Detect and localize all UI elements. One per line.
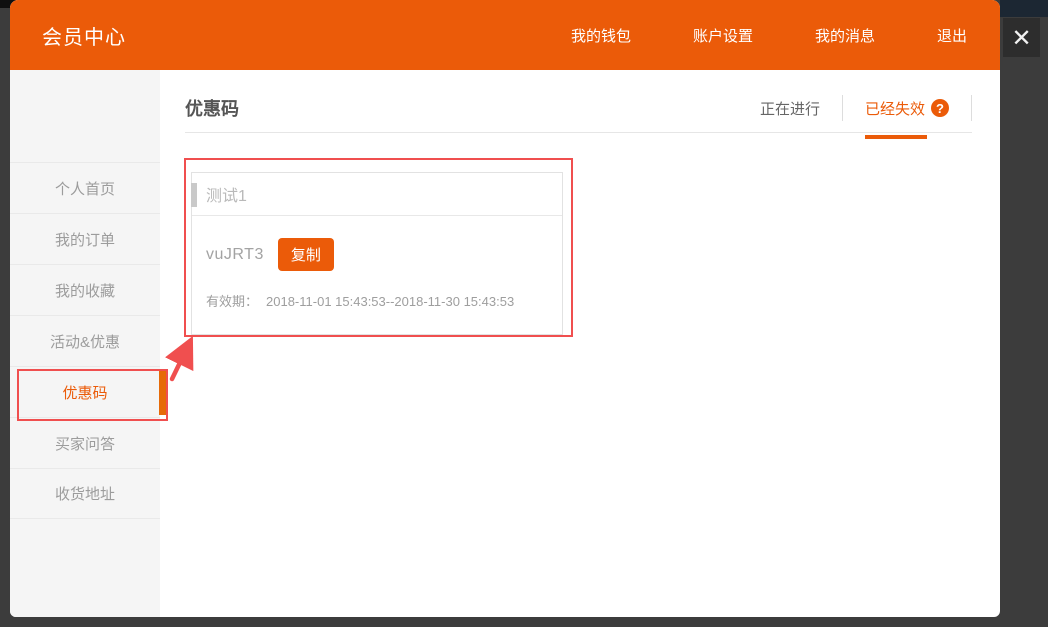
sidebar-item-activities[interactable]: 活动&优惠 — [10, 315, 160, 366]
modal-header: 会员中心 我的钱包 账户设置 我的消息 退出 — [10, 0, 1000, 70]
tab-expired[interactable]: 已经失效 ? — [865, 90, 949, 127]
page-title: 优惠码 — [185, 95, 239, 121]
active-tab-underline — [865, 135, 927, 139]
sidebar-item-personal-home[interactable]: 个人首页 — [10, 162, 160, 213]
sidebar-item-label: 优惠码 — [62, 382, 107, 403]
coupon-code-row: vuJRT3 复制 — [206, 238, 548, 271]
sidebar-item-shipping-address[interactable]: 收货地址 — [10, 468, 160, 519]
title-row: 优惠码 正在进行 已经失效 ? — [185, 70, 972, 133]
validity-label: 有效期： — [206, 294, 258, 309]
coupon-card: 测试1 vuJRT3 复制 有效期： 2018-11-01 15:43:53--2… — [191, 172, 563, 335]
sidebar-item-buyer-qa[interactable]: 买家问答 — [10, 417, 160, 468]
active-indicator-bar — [159, 370, 166, 415]
coupon-card-header: 测试1 — [192, 173, 562, 216]
nav-logout[interactable]: 退出 — [937, 25, 967, 46]
main-content: 优惠码 正在进行 已经失效 ? — [160, 70, 1000, 617]
modal-body: 个人首页 我的订单 我的收藏 活动&优惠 优惠码 买家问答 收货地址 优惠码 正… — [10, 70, 1000, 617]
browser-bar-strip — [1000, 0, 1048, 17]
sidebar-item-coupon-codes[interactable]: 优惠码 — [10, 366, 160, 417]
close-button[interactable]: ✕ — [1003, 18, 1040, 57]
coupon-name: 测试1 — [206, 182, 247, 206]
tabs: 正在进行 已经失效 ? — [760, 90, 972, 127]
close-icon: ✕ — [1011, 26, 1031, 50]
nav-my-messages[interactable]: 我的消息 — [815, 25, 875, 46]
sidebar-item-my-orders[interactable]: 我的订单 — [10, 213, 160, 264]
sidebar-item-my-favorites[interactable]: 我的收藏 — [10, 264, 160, 315]
copy-button[interactable]: 复制 — [278, 238, 334, 271]
header-nav: 我的钱包 账户设置 我的消息 退出 — [571, 25, 967, 46]
coupon-code: vuJRT3 — [206, 246, 264, 264]
tab-divider — [971, 95, 972, 121]
app-title: 会员中心 — [42, 21, 126, 50]
coupon-validity: 有效期： 2018-11-01 15:43:53--2018-11-30 15:4… — [206, 291, 548, 310]
validity-value: 2018-11-01 15:43:53--2018-11-30 15:43:53 — [266, 294, 514, 309]
tab-divider — [842, 95, 843, 121]
help-icon[interactable]: ? — [931, 99, 949, 117]
tab-in-progress[interactable]: 正在进行 — [760, 90, 820, 127]
tab-expired-label: 已经失效 — [865, 98, 925, 119]
coupon-card-body: vuJRT3 复制 有效期： 2018-11-01 15:43:53--2018-… — [192, 216, 562, 334]
member-center-modal: 会员中心 我的钱包 账户设置 我的消息 退出 个人首页 我的订单 我的收藏 活动… — [10, 0, 1000, 617]
nav-account-settings[interactable]: 账户设置 — [693, 25, 753, 46]
coupon-marker-bar — [191, 183, 197, 207]
sidebar: 个人首页 我的订单 我的收藏 活动&优惠 优惠码 买家问答 收货地址 — [10, 70, 160, 617]
nav-my-wallet[interactable]: 我的钱包 — [571, 25, 631, 46]
